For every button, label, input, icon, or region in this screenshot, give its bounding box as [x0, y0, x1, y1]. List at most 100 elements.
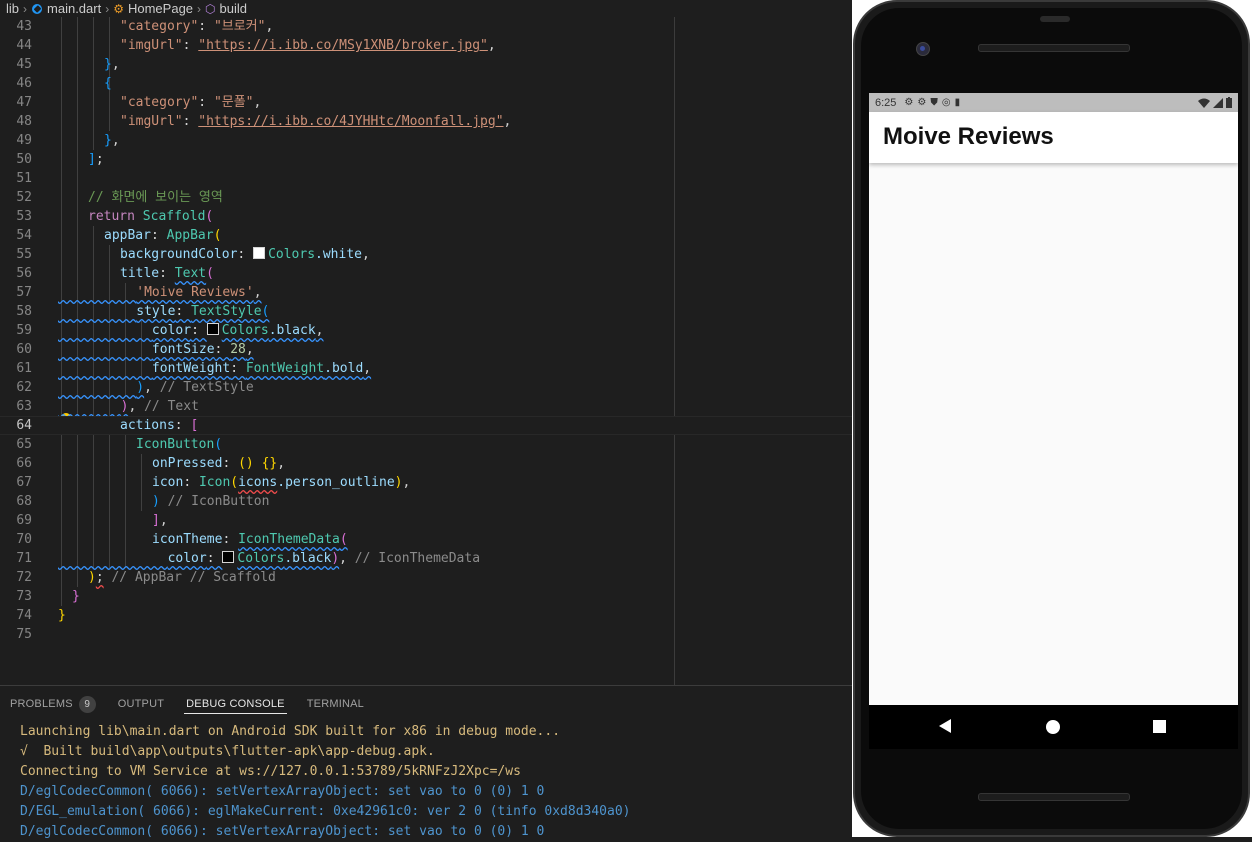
code-token: .white	[315, 247, 362, 262]
line-number: 65	[16, 437, 32, 452]
tab-terminal[interactable]: TERMINAL	[297, 686, 376, 722]
line-number: 48	[16, 114, 32, 129]
tab-output[interactable]: OUTPUT	[108, 686, 176, 722]
code-token-error: icons	[238, 475, 278, 490]
line-number: 58	[16, 304, 32, 319]
console-line: D/EGL_emulation( 6066): eglMakeCurrent: …	[20, 804, 631, 819]
code-line: 43 "category": "브로커",	[0, 17, 852, 36]
tab-problems[interactable]: PROBLEMS 9	[0, 686, 108, 722]
data-saver-icon: ◎	[941, 97, 951, 108]
back-icon[interactable]	[939, 719, 951, 733]
home-icon[interactable]	[1046, 720, 1060, 734]
code-line-current: 64 actions: [	[0, 416, 852, 435]
code-line: 75	[0, 625, 852, 644]
breadcrumb-item-class[interactable]: HomePage	[128, 1, 193, 16]
code-token: appBar	[104, 228, 151, 243]
chevron-right-icon: ›	[105, 1, 110, 16]
line-number: 66	[16, 456, 32, 471]
code-token: .black	[284, 551, 332, 566]
code-line: 57 'Moive Reviews',	[0, 283, 852, 302]
code-line: 45},	[0, 55, 852, 74]
code-token: .person_outline	[277, 475, 395, 490]
code-line: 51	[0, 169, 852, 188]
line-number: 50	[16, 152, 32, 167]
camera-icon	[916, 42, 930, 56]
code-token: 'Moive Reviews'	[136, 285, 254, 300]
code-editor[interactable]: 43 "category": "브로커", 44 "imgUrl": "https:…	[0, 17, 852, 685]
bottom-panel: PROBLEMS 9 OUTPUT DEBUG CONSOLE TERMINAL …	[0, 685, 852, 839]
line-number: 64	[16, 418, 32, 433]
breadcrumb: lib › main.dart › ⚙ HomePage › ⬡ build	[0, 0, 852, 17]
code-line: 46{	[0, 74, 852, 93]
code-token: Scaffold	[142, 209, 206, 224]
code-token: iconTheme	[152, 532, 223, 547]
app-bar: Moive Reviews	[869, 112, 1238, 163]
code-token: icon	[152, 475, 184, 490]
code-line: 44 "imgUrl": "https://i.ibb.co/MSy1XNB/br…	[0, 36, 852, 55]
code-token: color	[167, 551, 207, 566]
code-line: 53 return Scaffold(	[0, 207, 852, 226]
code-line: 66 onPressed: () {},	[0, 454, 852, 473]
code-token: "imgUrl"	[120, 114, 183, 129]
color-swatch[interactable]	[253, 247, 266, 259]
line-number: 53	[16, 209, 32, 224]
color-swatch[interactable]	[206, 323, 219, 335]
code-token: fontWeight	[151, 361, 231, 376]
status-time: 6:25	[875, 96, 897, 109]
breadcrumb-item-method[interactable]: build	[220, 1, 247, 16]
code-token: return	[88, 209, 135, 224]
code-token: fontSize	[151, 342, 215, 357]
code-line: 61 fontWeight: FontWeight.bold,	[0, 359, 852, 378]
code-token: .black	[268, 323, 316, 338]
code-token: color	[151, 323, 192, 338]
earpiece-speaker	[978, 44, 1130, 52]
line-number: 61	[16, 361, 32, 376]
code-link[interactable]: "https://i.ibb.co/4JYHHtc/Moonfall.jpg"	[198, 114, 503, 129]
phone-notch	[1040, 16, 1070, 22]
code-token: "문폴"	[213, 95, 254, 110]
panel-tabs: PROBLEMS 9 OUTPUT DEBUG CONSOLE TERMINAL	[0, 686, 376, 722]
code-line: 59 color: Colors.black,	[0, 321, 852, 340]
line-number: 49	[16, 133, 32, 148]
gear-icon: ⚙	[917, 97, 927, 108]
line-number: 70	[16, 532, 32, 547]
code-line: 56 title: Text(	[0, 264, 852, 283]
debug-console-output[interactable]: Launching lib\main.dart on Android SDK b…	[20, 722, 630, 842]
color-swatch[interactable]	[222, 551, 235, 563]
line-number: 45	[16, 57, 32, 72]
code-line: 55 backgroundColor: Colors.white,	[0, 245, 852, 264]
phone-screen[interactable]: 6:25 ⚙ ⚙ ⛊ ◎ ▮ Moive Reviews	[869, 93, 1238, 705]
gear-icon: ⚙	[904, 97, 914, 108]
tab-label: DEBUG CONSOLE	[186, 698, 285, 710]
code-token: onPressed	[152, 456, 223, 471]
tab-label: TERMINAL	[306, 698, 364, 710]
code-line: 67 icon: Icon(icons.person_outline),	[0, 473, 852, 492]
breadcrumb-item-file[interactable]: main.dart	[47, 1, 101, 16]
line-number: 54	[16, 228, 32, 243]
wifi-icon	[1198, 98, 1210, 108]
code-token: 28	[230, 342, 246, 357]
code-token: actions	[120, 418, 175, 433]
breadcrumb-item-lib[interactable]: lib	[6, 1, 19, 16]
dart-file-icon	[31, 3, 43, 15]
code-token: backgroundColor	[120, 247, 238, 262]
console-line: D/eglCodecCommon( 6066): setVertexArrayO…	[20, 784, 545, 799]
status-right	[1198, 93, 1232, 112]
code-token: "category"	[120, 95, 199, 110]
signal-icon	[1213, 97, 1223, 108]
recents-icon[interactable]	[1153, 720, 1166, 733]
code-line: 52 // 화면에 보이는 영역	[0, 188, 852, 207]
code-token: .bold	[324, 361, 364, 376]
code-line: 48 "imgUrl": "https://i.ibb.co/4JYHHtc/Mo…	[0, 112, 852, 131]
code-line: 49},	[0, 131, 852, 150]
code-line: 74}	[0, 606, 852, 625]
line-number: 55	[16, 247, 32, 262]
code-link[interactable]: "https://i.ibb.co/MSy1XNB/broker.jpg"	[198, 38, 488, 53]
line-number: 51	[16, 171, 32, 186]
code-line: 63 ), // Text	[0, 397, 852, 416]
tab-debug-console[interactable]: DEBUG CONSOLE	[176, 686, 297, 722]
line-number: 59	[16, 323, 32, 338]
line-number: 75	[16, 627, 32, 642]
method-icon: ⬡	[205, 1, 216, 16]
closing-label-hint: // IconThemeData	[354, 551, 481, 566]
